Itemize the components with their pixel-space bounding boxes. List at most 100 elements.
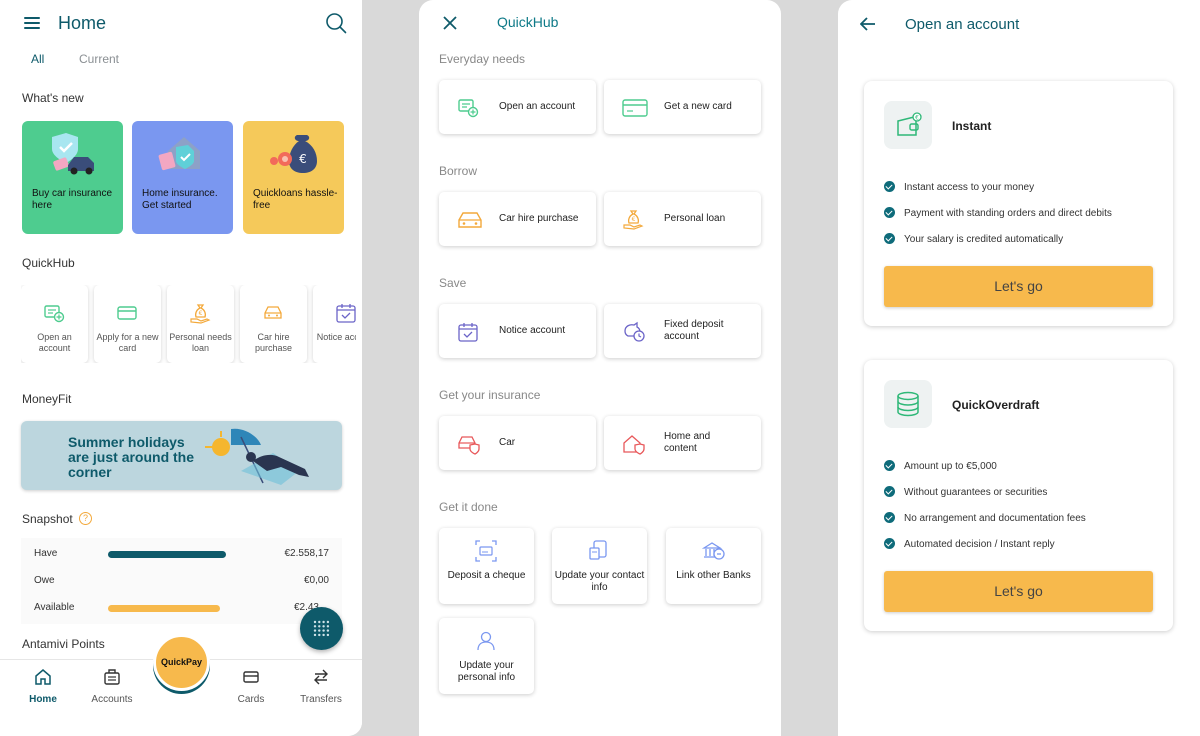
info-icon[interactable]: ? — [79, 512, 92, 525]
screens-stage: Home All Current What's new Buy car insu… — [0, 0, 1200, 736]
snapshot-row-value: €2.558,17 — [284, 548, 330, 559]
action-label: Fixed deposit account — [664, 319, 724, 342]
home-icon — [35, 669, 51, 685]
snapshot-heading: Snapshot — [22, 512, 73, 526]
feature-text: Your salary is credited automatically — [904, 234, 1064, 246]
action-link-other-banks[interactable]: Link other Banks — [666, 528, 761, 604]
action-label: Open an account — [499, 101, 576, 112]
action-fixed-deposit[interactable]: Fixed deposit account — [604, 304, 761, 358]
summer-holidays-banner[interactable]: Summer holidays are just around the corn… — [21, 421, 342, 490]
page-title: Home — [58, 13, 107, 33]
quickhub-tile-open-account[interactable]: Open an account — [21, 285, 88, 363]
feature-item: Without guarantees or securities — [884, 486, 1047, 498]
promo-card-home-insurance[interactable]: Home insurance. Get started — [132, 121, 233, 234]
home-screen: Home All Current What's new Buy car insu… — [0, 0, 362, 736]
quick-actions-button[interactable] — [300, 607, 343, 650]
accounts-icon — [104, 669, 120, 685]
loan-money-bag-illustration-icon: € — [270, 135, 317, 173]
check-icon — [884, 512, 895, 523]
wallet-euro-icon: € — [897, 112, 922, 136]
app-header: Home — [0, 0, 362, 48]
whats-new-heading: What's new — [22, 91, 84, 105]
action-label: Get a new card — [664, 101, 732, 112]
action-home-content-insurance[interactable]: Home and content — [604, 416, 761, 470]
nav-home[interactable]: Home — [8, 668, 78, 705]
nav-accounts[interactable]: Accounts — [77, 668, 147, 705]
calendar-icon — [336, 304, 356, 323]
section-heading: Save — [439, 276, 467, 290]
action-label: Deposit a cheque — [447, 570, 526, 581]
contact-phone-icon — [589, 540, 607, 560]
quickhub-carousel[interactable]: Open an account Apply for a new card € P… — [21, 285, 356, 363]
coins-stack-icon — [897, 391, 919, 417]
action-label: Personal loan — [664, 213, 726, 224]
quickhub-tile-label: Apply for a new card — [96, 332, 159, 353]
loan-icon: € — [190, 304, 211, 324]
action-label: Link other Banks — [676, 570, 751, 581]
account-card-quickoverdraft: QuickOverdraft Amount up to €5,000 Witho… — [864, 360, 1173, 631]
close-icon[interactable] — [443, 16, 457, 30]
quickhub-tile-notice-account[interactable]: Notice account — [313, 285, 356, 363]
promo-card-car-insurance[interactable]: Buy car insurance here — [22, 121, 123, 234]
action-car-insurance[interactable]: Car — [439, 416, 596, 470]
quickpay-button[interactable]: QuickPay — [153, 634, 210, 691]
search-icon[interactable] — [325, 12, 347, 34]
check-icon — [884, 233, 895, 244]
nav-transfers[interactable]: Transfers — [286, 668, 356, 705]
feature-text: Payment with standing orders and direct … — [904, 208, 1112, 220]
tab-all[interactable]: All — [31, 52, 44, 66]
car-icon — [264, 306, 282, 319]
nav-label: Home — [29, 694, 57, 705]
grid-dots-icon — [313, 620, 330, 637]
action-update-contact-info[interactable]: Update your contact info — [552, 528, 647, 604]
tab-current[interactable]: Current — [79, 52, 119, 66]
bank-link-icon — [702, 542, 725, 560]
menu-icon[interactable] — [24, 17, 40, 29]
quickhub-tile-personal-loan[interactable]: € Personal needs loan — [167, 285, 234, 363]
quickhub-tile-label: Open an account — [37, 332, 72, 353]
piggy-clock-icon — [624, 321, 645, 342]
account-icon-box: € — [884, 101, 932, 149]
action-open-account[interactable]: Open an account — [439, 80, 596, 134]
action-car-hire-purchase[interactable]: Car hire purchase — [439, 192, 596, 246]
section-heading: Borrow — [439, 164, 478, 178]
action-notice-account[interactable]: Notice account — [439, 304, 596, 358]
lets-go-button[interactable]: Let's go — [884, 266, 1153, 307]
user-icon — [477, 631, 495, 651]
back-arrow-icon[interactable] — [860, 17, 876, 31]
snapshot-bar — [108, 551, 226, 558]
open-account-icon — [44, 305, 65, 323]
open-account-screen: Open an account € Instant Instant access… — [838, 0, 1200, 736]
loan-icon: € — [623, 210, 644, 230]
snapshot-row-owe: Owe €0,00 — [34, 567, 329, 595]
action-label: Car — [499, 437, 516, 448]
account-card-instant: € Instant Instant access to your money P… — [864, 81, 1173, 326]
calendar-icon — [458, 323, 478, 342]
feature-item: Payment with standing orders and direct … — [884, 207, 1112, 220]
nav-label: Cards — [237, 694, 265, 705]
promo-card-label: Buy car insurance here — [32, 188, 113, 211]
lets-go-button[interactable]: Let's go — [884, 571, 1153, 612]
snapshot-bar — [108, 605, 220, 612]
svg-text:€: € — [299, 152, 307, 166]
quickhub-tile-new-card[interactable]: Apply for a new card — [94, 285, 161, 363]
action-personal-loan[interactable]: € Personal loan — [604, 192, 761, 246]
action-update-personal-info[interactable]: Update your personal info — [439, 618, 534, 694]
section-heading: Get your insurance — [439, 388, 541, 402]
promo-card-label: Home insurance. Get started — [142, 188, 218, 211]
feature-item: No arrangement and documentation fees — [884, 512, 1086, 524]
action-label: Notice account — [499, 325, 566, 336]
promo-card-quickloans[interactable]: € Quickloans hassle-free — [243, 121, 344, 234]
action-get-new-card[interactable]: Get a new card — [604, 80, 761, 134]
open-account-icon — [458, 99, 479, 118]
points-heading: Antamivi Points — [22, 637, 105, 651]
nav-cards[interactable]: Cards — [216, 668, 286, 705]
quickhub-tile-car-hire[interactable]: Car hire purchase — [240, 285, 307, 363]
snapshot-row-available: Available €2.43… — [34, 594, 329, 622]
car-shield-icon — [458, 436, 480, 455]
check-icon — [884, 460, 895, 471]
promo-card-label: Quickloans hassle-free — [253, 188, 338, 211]
action-deposit-cheque[interactable]: Deposit a cheque — [439, 528, 534, 604]
feature-text: Automated decision / Instant reply — [904, 539, 1055, 551]
feature-text: Amount up to €5,000 — [904, 461, 997, 473]
